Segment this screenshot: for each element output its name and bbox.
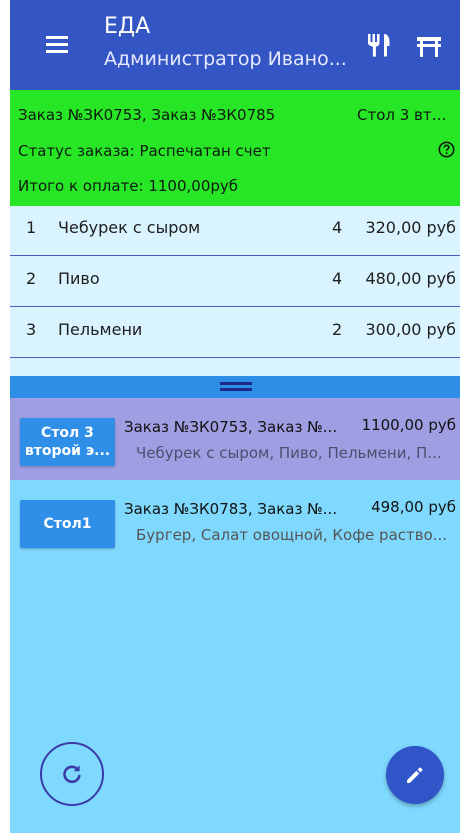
card-sum: 498,00 руб — [371, 498, 456, 516]
utensils-icon[interactable] — [362, 28, 396, 62]
dish-name: Чебурек с сыром — [58, 218, 201, 237]
table-button-label: Стол1 — [43, 516, 92, 532]
dish-quantity: 2 — [332, 320, 343, 339]
line-number: 2 — [26, 269, 37, 288]
order-table-name: Стол 3 вто... — [357, 106, 453, 124]
pencil-icon — [407, 767, 423, 783]
refresh-icon — [63, 765, 81, 784]
app-bar: ЕДА Администратор Ивано... — [10, 0, 460, 90]
edit-button[interactable] — [386, 746, 444, 804]
card-order-numbers: Заказ №ЗК0783, Заказ №... — [124, 500, 338, 518]
order-status: Статус заказа: Распечатан счет — [18, 142, 271, 160]
order-total: Итого к оплате: 1100,00руб — [18, 177, 239, 195]
app-title: ЕДА — [104, 14, 151, 39]
card-order-numbers: Заказ №ЗК0753, Заказ №... — [124, 418, 338, 436]
line-number: 1 — [26, 218, 37, 237]
order-line-row[interactable]: 1 Чебурек с сыром 4 320,00 руб — [10, 206, 460, 256]
card-items: Бургер, Салат овощной, Кофе раство... — [136, 526, 448, 544]
order-lines-list: 1 Чебурек с сыром 4 320,00 руб 2 Пиво 4 … — [10, 206, 460, 376]
dish-name: Пиво — [58, 269, 100, 288]
line-number: 3 — [26, 320, 37, 339]
table-button-label: Стол 3 — [41, 425, 94, 441]
card-sum: 1100,00 руб — [361, 416, 456, 434]
user-name: Администратор Ивано... — [104, 48, 347, 70]
order-line-row[interactable]: 3 Пельмени 2 300,00 руб — [10, 308, 460, 358]
dish-name: Пельмени — [58, 320, 143, 339]
table-icon[interactable] — [412, 28, 446, 62]
dish-quantity: 4 — [332, 218, 343, 237]
dish-price: 480,00 руб — [365, 269, 456, 288]
order-card[interactable]: Стол1 Заказ №ЗК0783, Заказ №... 498,00 р… — [10, 480, 460, 562]
order-summary: Заказ №ЗК0753, Заказ №ЗК0785 Стол 3 вто.… — [10, 90, 460, 206]
dish-quantity: 4 — [332, 269, 343, 288]
menu-icon[interactable] — [46, 36, 68, 54]
table-button[interactable]: Стол 3 второй э... — [20, 418, 115, 466]
table-button[interactable]: Стол1 — [20, 500, 115, 548]
order-numbers: Заказ №ЗК0753, Заказ №ЗК0785 — [18, 106, 276, 124]
order-card-selected[interactable]: Стол 3 второй э... Заказ №ЗК0753, Заказ … — [10, 398, 460, 480]
refresh-button[interactable] — [40, 742, 104, 806]
dish-price: 320,00 руб — [365, 218, 456, 237]
table-button-sublabel: второй э... — [24, 443, 111, 459]
dish-price: 300,00 руб — [365, 320, 456, 339]
drag-handle-icon — [220, 382, 252, 385]
order-line-row[interactable]: 2 Пиво 4 480,00 руб — [10, 257, 460, 307]
drag-handle-icon-line — [220, 388, 252, 391]
app-screen: ЕДА Администратор Ивано... Заказ №ЗК0753… — [10, 0, 460, 833]
card-items: Чебурек с сыром, Пиво, Пельмени, П... — [136, 444, 442, 462]
help-icon[interactable] — [438, 141, 455, 158]
panel-resize-handle[interactable] — [10, 376, 460, 398]
